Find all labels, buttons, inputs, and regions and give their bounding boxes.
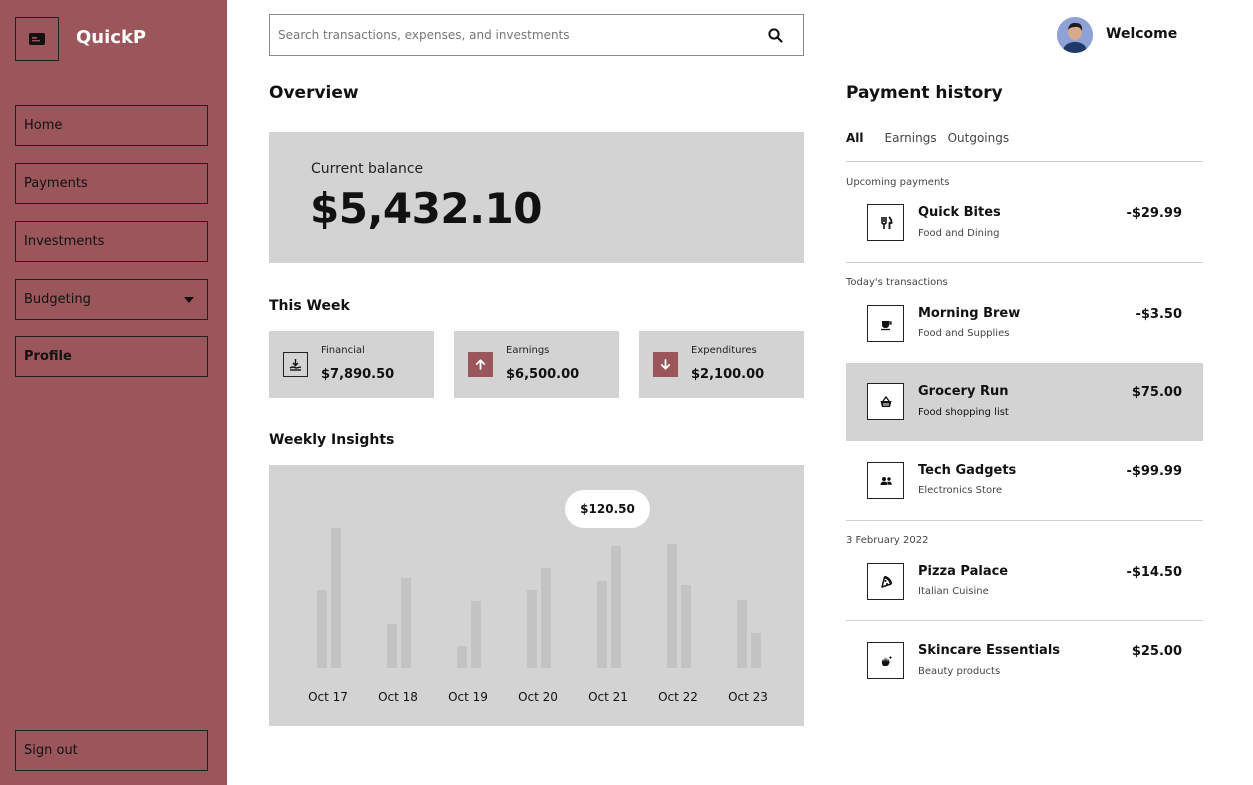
sidebar: QuickP Home Payments Investments Budgeti… <box>0 0 227 785</box>
stat-financial[interactable]: Financial $7,890.50 <box>269 331 434 398</box>
chart-bar[interactable] <box>751 633 761 668</box>
tab-earnings[interactable]: Earnings <box>885 131 937 145</box>
chart-bar[interactable] <box>471 601 481 668</box>
chart-bar[interactable] <box>527 590 537 668</box>
chart-x-tick-label: Oct 22 <box>658 690 698 704</box>
transaction-name: Skincare Essentials <box>918 643 1061 658</box>
chart-bar[interactable] <box>387 624 397 668</box>
arrow-down-icon <box>653 352 678 377</box>
divider <box>846 520 1203 521</box>
stat-expenditures[interactable]: Expenditures $2,100.00 <box>639 331 804 398</box>
sidebar-item-investments[interactable]: Investments <box>15 221 208 262</box>
transaction-grocery-run[interactable]: Grocery Run Food shopping list $75.00 <box>846 363 1203 441</box>
transaction-amount: -$29.99 <box>1126 206 1182 221</box>
stat-label: Expenditures <box>691 345 757 356</box>
chart-x-tick-label: Oct 19 <box>448 690 488 704</box>
weekly-insights-title: Weekly Insights <box>269 432 395 448</box>
balance-card: Current balance $5,432.10 <box>269 132 804 263</box>
hand-sparkle-icon <box>867 642 904 679</box>
weekly-insights-chart: Oct 17 Oct 18 Oct 19 Oct 20 Oct 21 Oct 22 Oct … <box>269 465 804 726</box>
wallet-card-icon <box>15 17 59 61</box>
transaction-amount: $75.00 <box>1131 385 1182 400</box>
chart-x-tick-label: Oct 23 <box>728 690 768 704</box>
search-input[interactable] <box>278 28 748 42</box>
transaction-morning-brew[interactable]: Morning Brew Food and Supplies -$3.50 <box>846 285 1203 363</box>
divider <box>846 161 1203 162</box>
pizza-icon <box>867 563 904 600</box>
transaction-category: Electronics Store <box>918 485 1003 496</box>
hand-coin-icon <box>283 352 308 377</box>
chart-bar[interactable] <box>737 600 747 668</box>
transaction-name: Quick Bites <box>918 205 1001 220</box>
chart-tooltip: $120.50 <box>565 490 650 528</box>
transaction-quick-bites[interactable]: Quick Bites Food and Dining -$29.99 <box>846 184 1203 262</box>
chevron-down-icon <box>184 297 194 303</box>
chart-bar[interactable] <box>667 544 677 668</box>
basket-icon <box>867 383 904 420</box>
welcome-text: Welcome <box>1106 26 1178 42</box>
chart-bar[interactable] <box>331 528 341 668</box>
divider <box>846 620 1203 621</box>
search-bar <box>269 14 804 56</box>
sidebar-item-profile[interactable]: Profile <box>15 336 208 377</box>
chart-x-tick-label: Oct 20 <box>518 690 558 704</box>
transaction-amount: -$99.99 <box>1126 464 1182 479</box>
bar-chart: Oct 17 Oct 18 Oct 19 Oct 20 Oct 21 Oct 22 Oct … <box>308 528 768 704</box>
tab-outgoings[interactable]: Outgoings <box>948 131 1010 145</box>
sidebar-item-payments[interactable]: Payments <box>15 163 208 204</box>
chart-bar[interactable] <box>401 578 411 668</box>
avatar[interactable] <box>1057 17 1093 53</box>
transaction-name: Pizza Palace <box>918 564 1009 579</box>
balance-value: $5,432.10 <box>310 184 542 233</box>
transaction-name: Tech Gadgets <box>918 463 1017 478</box>
transaction-amount: -$3.50 <box>1135 307 1182 322</box>
users-icon <box>867 462 904 499</box>
chart-bar[interactable] <box>681 585 691 668</box>
transaction-category: Beauty products <box>918 666 1001 677</box>
transaction-category: Food and Supplies <box>918 328 1010 339</box>
chart-bar[interactable] <box>611 546 621 668</box>
transaction-name: Grocery Run <box>918 384 1009 399</box>
chart-bar[interactable] <box>597 581 607 668</box>
chart-x-tick-label: Oct 18 <box>378 690 418 704</box>
stat-label: Earnings <box>506 345 550 356</box>
transaction-category: Food shopping list <box>918 407 1009 418</box>
this-week-title: This Week <box>269 298 350 314</box>
sidebar-item-budgeting[interactable]: Budgeting <box>15 279 208 320</box>
sign-out-button[interactable]: Sign out <box>15 730 208 771</box>
chart-bar[interactable] <box>457 646 467 668</box>
balance-label: Current balance <box>311 161 424 177</box>
tab-all[interactable]: All <box>846 131 864 145</box>
stat-value: $2,100.00 <box>691 367 765 382</box>
payment-history-title: Payment history <box>846 83 1003 103</box>
chart-bar[interactable] <box>317 590 327 668</box>
transaction-category: Italian Cuisine <box>918 586 989 597</box>
transaction-skincare-essentials[interactable]: Skincare Essentials Beauty products $25.… <box>846 622 1203 700</box>
overview-title: Overview <box>269 83 359 103</box>
transaction-category: Food and Dining <box>918 228 1000 239</box>
arrow-up-icon <box>468 352 493 377</box>
search-icon[interactable] <box>768 28 783 47</box>
stat-label: Financial <box>321 345 365 356</box>
transaction-amount: $25.00 <box>1131 644 1182 659</box>
transaction-amount: -$14.50 <box>1126 565 1182 580</box>
stat-value: $6,500.00 <box>506 367 580 382</box>
chart-bar[interactable] <box>541 568 551 668</box>
stat-value: $7,890.50 <box>321 367 395 382</box>
stat-earnings[interactable]: Earnings $6,500.00 <box>454 331 619 398</box>
chart-x-tick-label: Oct 21 <box>588 690 628 704</box>
sidebar-item-home[interactable]: Home <box>15 105 208 146</box>
transaction-tech-gadgets[interactable]: Tech Gadgets Electronics Store -$99.99 <box>846 442 1203 520</box>
app-name: QuickP <box>76 27 147 48</box>
payment-tabs: All Earnings Outgoings <box>846 131 1009 145</box>
sidebar-item-label: Budgeting <box>24 292 91 307</box>
chart-x-tick-label: Oct 17 <box>308 690 348 704</box>
transaction-pizza-palace[interactable]: Pizza Palace Italian Cuisine -$14.50 <box>846 543 1203 621</box>
transaction-name: Morning Brew <box>918 306 1021 321</box>
coffee-cup-icon <box>867 305 904 342</box>
divider <box>846 262 1203 263</box>
utensils-icon <box>867 204 904 241</box>
